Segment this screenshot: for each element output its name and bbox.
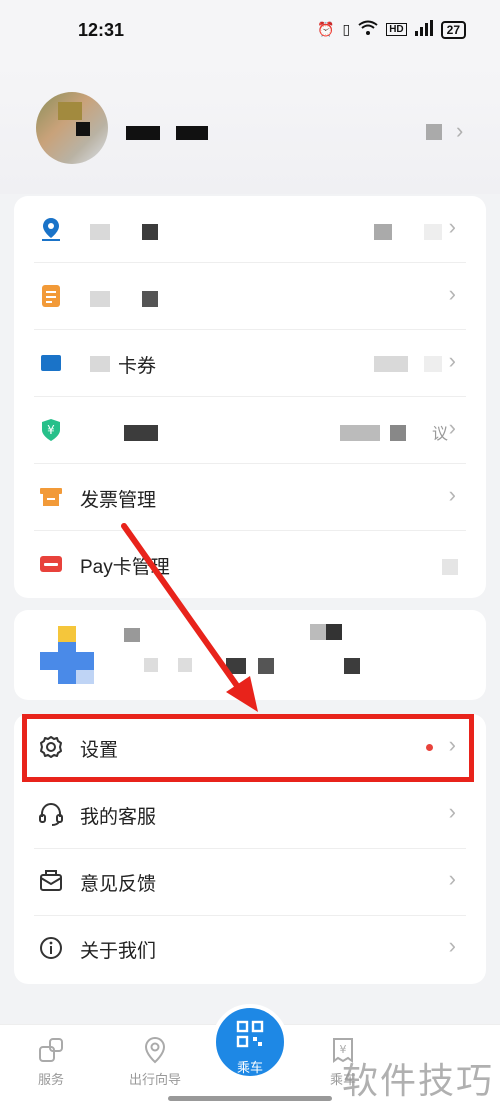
battery-icon: 27 [440,20,466,39]
label-blur [142,291,158,307]
coupon-icon [41,355,61,371]
qr-code-icon [236,1020,264,1048]
profile-header[interactable]: › [0,64,500,194]
menu-item-invoice[interactable]: 发票管理 › [14,464,486,531]
signal-icon [414,20,433,39]
hd-icon: HD [386,23,407,36]
menu-item-label: 意见反馈 [80,874,157,895]
plus-logo-icon [40,626,94,684]
menu-item-label: 卡券 [118,356,157,377]
menu-item-pay-card[interactable]: Pay卡管理 [14,531,486,598]
avatar[interactable] [36,92,108,164]
services-icon [39,1038,63,1062]
svg-text:¥: ¥ [47,423,55,437]
ride-button-label: 乘车 [236,1060,263,1075]
banner-blur [144,658,158,672]
vibrate-icon: ▯ [342,21,351,37]
menu-item-coupons[interactable]: 卡券 › [14,330,486,397]
chevron-right-icon: › [448,281,456,306]
menu-item-wallet[interactable]: ¥ 议 › [14,397,486,464]
headset-icon [39,802,63,826]
profile-blur [426,124,442,140]
profile-chevron-icon: › [456,118,464,143]
ride-button[interactable]: 乘车 [212,1004,288,1080]
value-blur [424,224,442,240]
alarm-icon: ⏰ [317,21,335,37]
chevron-right-icon: › [448,933,456,958]
yuan-shield-icon: ¥ [42,419,60,441]
label-blur [124,425,158,441]
banner-blur [310,624,326,640]
chevron-right-icon: › [448,866,456,891]
username-redaction [126,126,160,140]
value-blur [374,356,408,372]
wifi-icon [358,20,378,39]
menu-item-label: 我的客服 [80,807,157,828]
chevron-right-icon: › [448,415,456,440]
banner-blur [178,658,192,672]
label-blur [90,356,110,372]
label-blur [90,291,110,307]
invoice-icon [40,488,62,506]
location-pin-icon [42,218,60,241]
banner-blur [226,658,246,674]
value-blur [374,224,392,240]
banner-blur [124,628,140,642]
status-time: 12:31 [78,20,125,40]
banner-blur [258,658,274,674]
menu-item-label: 发票管理 [80,490,157,511]
value-blur [390,425,406,441]
banner-blur [344,658,360,674]
chevron-right-icon: › [448,799,456,824]
divider [34,848,466,849]
chevron-right-icon: › [448,348,456,373]
tab-travel-guide[interactable]: 出行向导 [110,1035,200,1088]
menu-group-1: › › 卡券 › ¥ 议 › 发票管理 › Pay卡管理 [14,196,486,598]
menu-item-orders[interactable]: › [14,263,486,330]
promo-banner[interactable] [14,610,486,700]
banner-blur [326,624,342,640]
value-blur [442,559,458,575]
document-icon [42,285,60,307]
label-blur [142,224,158,240]
username-redaction [176,126,208,140]
home-indicator [168,1096,332,1101]
chevron-right-icon: › [448,482,456,507]
pay-card-icon [40,556,62,572]
annotation-highlight-box [22,714,474,782]
divider [34,915,466,916]
tab-label: 服务 [37,1072,64,1087]
label-blur [90,224,110,240]
watermark: 软件技巧 [341,1060,494,1101]
value-blur [424,356,442,372]
value-blur [340,425,380,441]
menu-item-label: 关于我们 [80,941,157,962]
menu-item-customer-service[interactable]: 我的客服 › [14,781,486,848]
menu-item-about[interactable]: 关于我们 › [14,915,486,982]
map-pin-icon [144,1036,166,1064]
menu-item-label: Pay卡管理 [80,557,170,578]
menu-item-location[interactable]: › [14,196,486,263]
value-text: 议 [432,426,449,443]
feedback-icon [40,870,62,891]
status-icons: ⏰ ▯ HD 27 [317,20,466,39]
tab-label: 出行向导 [128,1072,181,1087]
status-bar: 12:31 ⏰ ▯ HD 27 [0,0,500,64]
menu-item-feedback[interactable]: 意见反馈 › [14,848,486,915]
info-icon [40,937,62,959]
chevron-right-icon: › [448,214,456,239]
tab-services[interactable]: 服务 [6,1035,96,1088]
